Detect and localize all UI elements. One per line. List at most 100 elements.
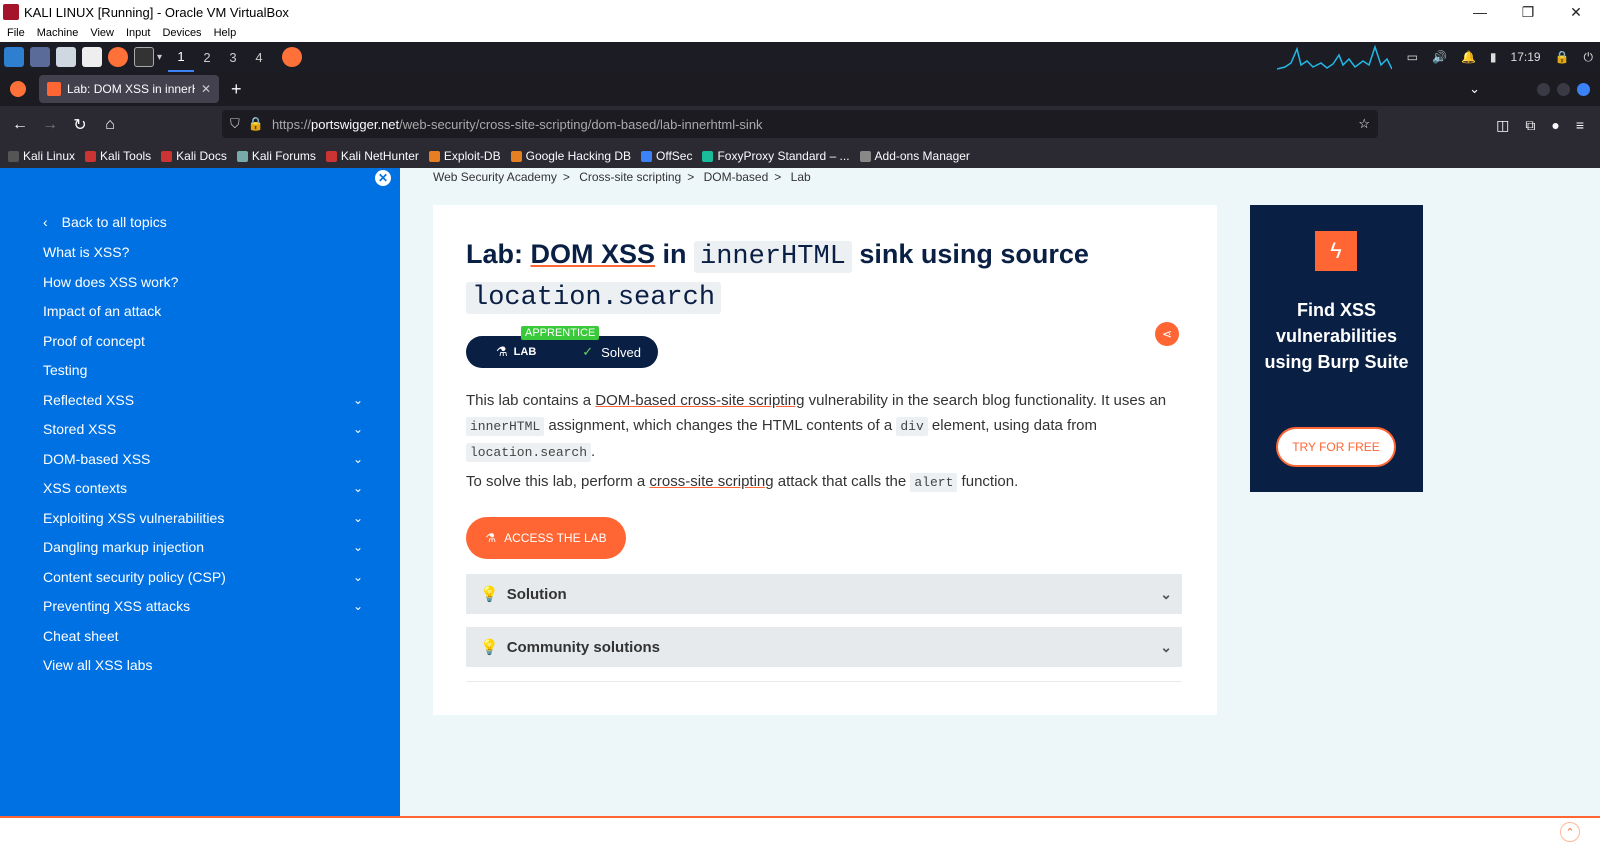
close-tab-icon[interactable]: ✕ <box>201 82 211 96</box>
close-sidebar-icon[interactable]: ✕ <box>375 170 391 186</box>
share-icon[interactable]: ⋖ <box>1155 322 1179 346</box>
bookmark-kali-docs[interactable]: Kali Docs <box>161 149 227 163</box>
try-for-free-button[interactable]: TRY FOR FREE <box>1276 427 1396 467</box>
menu-devices[interactable]: Devices <box>162 27 201 39</box>
sidebar-item[interactable]: How does XSS work? <box>43 271 363 293</box>
display-icon[interactable]: ▭ <box>1407 50 1418 64</box>
bookmark-google-hacking-db[interactable]: Google Hacking DB <box>510 149 631 163</box>
restore-button[interactable]: ❐ <box>1504 0 1552 24</box>
breadcrumb-web-security-academy[interactable]: Web Security Academy <box>433 170 557 184</box>
menu-help[interactable]: Help <box>214 27 237 39</box>
terminal-icon[interactable] <box>134 47 154 67</box>
sidebar-item[interactable]: Cheat sheet <box>43 625 363 647</box>
solution-accordion[interactable]: 💡 Solution ⌄ <box>466 574 1182 614</box>
chevron-down-icon[interactable]: ⌄ <box>353 599 363 613</box>
foxyproxy-icon[interactable]: ● <box>1551 117 1559 133</box>
dom-xss-title-link[interactable]: DOM XSS <box>531 239 656 269</box>
chevron-down-icon[interactable]: ⌄ <box>353 393 363 407</box>
hamburger-menu-icon[interactable]: ≡ <box>1576 117 1584 133</box>
chevron-down-icon[interactable]: ⌄ <box>353 452 363 466</box>
url-bar[interactable]: ⛉ 🔒 https://portswigger.net/web-security… <box>222 110 1378 138</box>
extensions-icon[interactable]: ⧉ <box>1525 117 1535 134</box>
portswigger-favicon-icon <box>47 82 61 96</box>
forward-arrow-icon[interactable]: → <box>35 116 65 134</box>
bookmark-foxyproxy[interactable]: FoxyProxy Standard – ... <box>702 149 850 163</box>
bookmark-kali-tools[interactable]: Kali Tools <box>85 149 151 163</box>
workspace-3[interactable]: 3 <box>220 42 246 72</box>
access-lab-button[interactable]: ⚗ ACCESS THE LAB <box>466 517 626 559</box>
kali-top-panel: ▾ 1 2 3 4 ▭ 🔊 🔔 ▮ 17:19 🔒 ⏻ <box>0 42 1600 72</box>
window-minimize-dot[interactable] <box>1537 82 1550 96</box>
breadcrumb-dom-based[interactable]: DOM-based <box>704 170 769 184</box>
menu-machine[interactable]: Machine <box>37 27 79 39</box>
chevron-down-icon: ⌄ <box>1160 585 1172 602</box>
text-editor-icon[interactable] <box>82 47 102 67</box>
back-to-topics-link[interactable]: ‹ Back to all topics <box>43 211 363 233</box>
chevron-down-icon[interactable]: ⌄ <box>353 422 363 436</box>
sidebar-item[interactable]: Exploiting XSS vulnerabilities ⌄ <box>43 507 363 529</box>
desktop-icon[interactable] <box>30 47 50 67</box>
sidebar-item[interactable]: XSS contexts ⌄ <box>43 477 363 499</box>
home-icon[interactable]: ⌂ <box>95 116 125 134</box>
breadcrumb-cross-site-scripting[interactable]: Cross-site scripting <box>579 170 681 184</box>
menu-view[interactable]: View <box>90 27 114 39</box>
bookmark-kali-linux[interactable]: Kali Linux <box>8 149 75 163</box>
bookmark-exploit-db[interactable]: Exploit-DB <box>428 149 501 163</box>
sidebar-item[interactable]: Impact of an attack <box>43 300 363 322</box>
bookmark-kali-nethunter[interactable]: Kali NetHunter <box>325 149 419 163</box>
bookmark-kali-forums[interactable]: Kali Forums <box>236 149 316 163</box>
bookmark-offsec[interactable]: OffSec <box>641 149 692 163</box>
firefox-view-icon[interactable] <box>10 81 26 97</box>
workspace-4[interactable]: 4 <box>246 42 272 72</box>
sidebar-item[interactable]: What is XSS? <box>43 241 363 263</box>
workspace-2[interactable]: 2 <box>194 42 220 72</box>
close-button[interactable]: ✕ <box>1552 0 1600 24</box>
window-maximize-dot[interactable] <box>1557 82 1570 96</box>
sidebar-item[interactable]: View all XSS labs <box>43 654 363 676</box>
workspace-1[interactable]: 1 <box>168 42 195 72</box>
chevron-down-icon[interactable]: ⌄ <box>353 481 363 495</box>
lock-icon[interactable]: 🔒 <box>1555 50 1570 64</box>
sidebar-item[interactable]: Dangling markup injection ⌄ <box>43 536 363 558</box>
sidebar-item[interactable]: Proof of concept <box>43 330 363 352</box>
notification-bell-icon[interactable]: 🔔 <box>1461 50 1476 64</box>
list-all-tabs-icon[interactable]: ⌄ <box>1469 81 1480 97</box>
menu-file[interactable]: File <box>7 27 25 39</box>
sidebar-item[interactable]: DOM-based XSS ⌄ <box>43 448 363 470</box>
sidebar-item[interactable]: Content security policy (CSP) ⌄ <box>43 566 363 588</box>
chevron-down-icon[interactable]: ⌄ <box>353 540 363 554</box>
dom-based-xss-link[interactable]: DOM-based cross-site scripting <box>595 392 804 409</box>
power-icon[interactable]: ⏻ <box>1584 50 1594 65</box>
community-solutions-accordion[interactable]: 💡 Community solutions ⌄ <box>466 627 1182 667</box>
firefox-launcher-icon[interactable] <box>108 47 128 67</box>
sidebar-item[interactable]: Reflected XSS ⌄ <box>43 389 363 411</box>
sidebar-item[interactable]: Preventing XSS attacks ⌄ <box>43 595 363 617</box>
battery-icon[interactable]: ▮ <box>1490 50 1497 64</box>
pocket-icon[interactable]: ◫ <box>1496 117 1509 134</box>
scroll-to-top-icon[interactable]: ⌃ <box>1560 822 1580 842</box>
bookmark-star-icon[interactable]: ☆ <box>1358 116 1370 132</box>
new-tab-button[interactable]: + <box>231 79 242 100</box>
back-arrow-icon[interactable]: ← <box>5 116 35 134</box>
chevron-down-icon[interactable]: ⌄ <box>353 511 363 525</box>
menu-input[interactable]: Input <box>126 27 150 39</box>
firefox-window-icon[interactable] <box>282 47 303 67</box>
xss-link[interactable]: cross-site scripting <box>649 473 773 490</box>
file-manager-icon[interactable] <box>56 47 76 67</box>
clock[interactable]: 17:19 <box>1511 50 1541 64</box>
minimize-button[interactable]: — <box>1456 0 1504 24</box>
lock-icon[interactable]: 🔒 <box>248 116 264 132</box>
chevron-down-icon[interactable]: ⌄ <box>353 570 363 584</box>
volume-icon[interactable]: 🔊 <box>1432 50 1447 64</box>
breadcrumb-lab[interactable]: Lab <box>791 170 811 184</box>
shield-icon[interactable]: ⛉ <box>230 116 240 132</box>
bookmark-addons-manager[interactable]: Add-ons Manager <box>859 149 970 163</box>
sidebar-item[interactable]: Testing <box>43 359 363 381</box>
window-close-dot[interactable] <box>1577 82 1590 96</box>
reload-icon[interactable]: ↻ <box>65 115 95 135</box>
sidebar-item[interactable]: Stored XSS ⌄ <box>43 418 363 440</box>
kali-menu-icon[interactable] <box>4 47 24 67</box>
browser-tab[interactable]: Lab: DOM XSS in innerHT ✕ <box>39 75 219 103</box>
chevron-left-icon: ‹ <box>43 214 48 230</box>
chevron-down-icon[interactable]: ▾ <box>157 52 162 63</box>
